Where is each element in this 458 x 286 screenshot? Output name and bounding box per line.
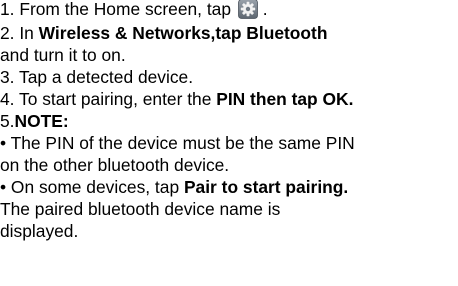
step-5: 5.NOTE: <box>0 109 69 133</box>
step-4: 4. To start pairing, enter the PIN then … <box>0 87 353 111</box>
note-1-line-1: • The PIN of the device must be the same… <box>0 133 355 153</box>
step-4-bold: PIN then tap OK. <box>216 89 354 109</box>
step-1: 1. From the Home screen, tap . <box>0 0 268 21</box>
step-5-prefix: 5. <box>0 111 15 131</box>
step-4-prefix: 4. To start pairing, enter the <box>0 89 217 109</box>
note-heading: NOTE: <box>14 111 69 131</box>
step-1-end: . <box>262 0 268 19</box>
note-2-line-3: displayed. <box>0 221 79 241</box>
step-1-text: 1. From the Home screen, tap <box>0 0 232 19</box>
step-3: 3. Tap a detected device. <box>0 67 194 87</box>
step-2: 2. In Wireless & Networks,tap Bluetooth <box>0 21 327 45</box>
note-1-line-2: on the other bluetooth device. <box>0 155 230 175</box>
note-2-bold: Pair to start pairing. <box>183 177 349 197</box>
instructions-document: 1. From the Home screen, tap . 2. In Wir… <box>0 0 458 286</box>
note-2-line-1: • On some devices, tap Pair to start pai… <box>0 175 348 199</box>
note-2-line-2: The paired bluetooth device name is <box>0 199 281 219</box>
step-2-continuation: and turn it to on. <box>0 45 126 65</box>
settings-gear-icon <box>237 0 258 19</box>
note-2-prefix: • On some devices, tap <box>0 177 184 197</box>
step-2-prefix: 2. In <box>0 23 39 43</box>
step-2-bold: Wireless & Networks,tap Bluetooth <box>38 23 328 43</box>
